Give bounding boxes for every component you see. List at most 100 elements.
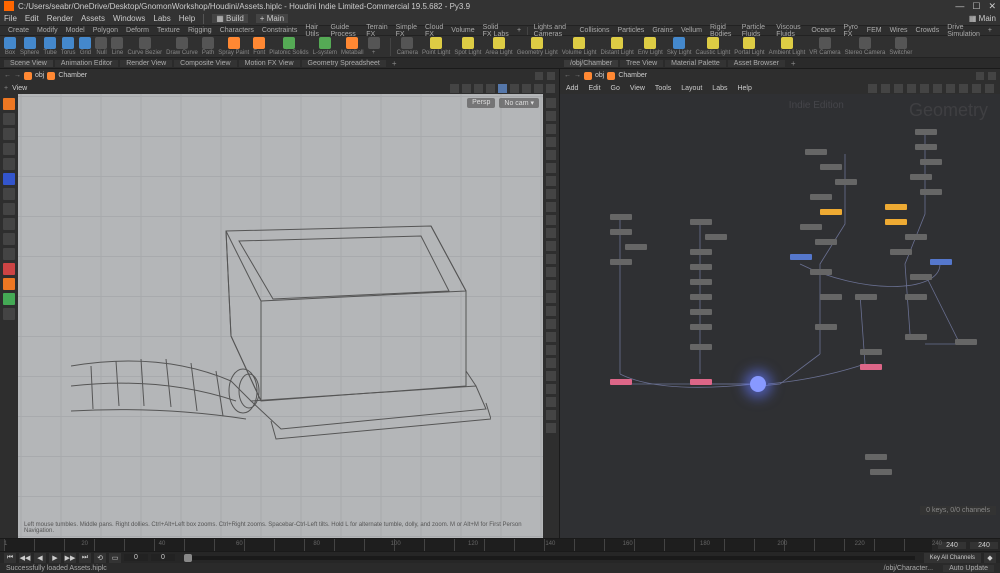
network-view[interactable]: Geometry Indie Edition xyxy=(560,94,1000,538)
geo-node[interactable] xyxy=(860,349,882,355)
geo-node[interactable] xyxy=(835,179,857,185)
shelf-tool[interactable]: Box xyxy=(4,37,16,56)
null-node[interactable] xyxy=(610,379,632,385)
shelf-tool[interactable]: Stereo Camera xyxy=(845,37,886,56)
help-icon[interactable] xyxy=(547,72,555,80)
net-menu-help[interactable]: Help xyxy=(737,85,751,92)
shelf-tool[interactable]: Portal Light xyxy=(734,37,764,56)
pane-tab[interactable]: Material Palette xyxy=(665,60,726,67)
shelf-tab[interactable]: Polygon xyxy=(89,27,122,34)
shelf-tab[interactable]: Modify xyxy=(33,27,62,34)
shelf-tab[interactable]: Rigid Bodies xyxy=(706,24,738,38)
geo-node[interactable] xyxy=(885,219,907,225)
time-slider[interactable] xyxy=(184,556,915,560)
cam-toggle[interactable]: No cam ▾ xyxy=(499,98,539,108)
display-opt-icon[interactable] xyxy=(546,410,556,420)
geo-icon[interactable] xyxy=(607,72,615,80)
shelf-tool[interactable]: Area Light xyxy=(485,37,512,56)
shelf-tab[interactable]: Wires xyxy=(886,27,912,34)
display-opt-icon[interactable] xyxy=(546,358,556,368)
loop-icon[interactable]: ⟲ xyxy=(94,553,106,563)
last-frame-button[interactable]: ⏭ xyxy=(79,553,91,563)
shelf-tab[interactable]: Model xyxy=(62,27,89,34)
close-button[interactable]: ✕ xyxy=(988,1,996,12)
crumb-chamber[interactable]: Chamber xyxy=(618,72,647,79)
inspect-icon[interactable] xyxy=(3,233,15,245)
display-opt-icon[interactable] xyxy=(546,384,556,394)
pane-tab[interactable]: Asset Browser xyxy=(728,60,785,67)
geo-node[interactable] xyxy=(915,144,937,150)
shelf-tab[interactable]: Cloud FX xyxy=(421,24,447,38)
play-button[interactable]: ▶ xyxy=(49,553,61,563)
handle-icon[interactable] xyxy=(3,188,15,200)
geo-icon[interactable] xyxy=(584,72,592,80)
net-tool-icon[interactable] xyxy=(972,84,981,93)
geo-node[interactable] xyxy=(865,454,887,460)
shelf-tool[interactable]: Caustic Light xyxy=(696,37,731,56)
shelf-tool[interactable]: Null xyxy=(95,37,107,56)
shelf-tab[interactable]: Particles xyxy=(613,27,648,34)
pose-tool-icon[interactable] xyxy=(3,158,15,170)
shelf-tool[interactable]: + xyxy=(368,37,380,56)
geo-node[interactable] xyxy=(690,324,712,330)
realtime-icon[interactable]: ▭ xyxy=(109,553,121,563)
crumb-obj[interactable]: obj xyxy=(35,72,44,79)
menu-windows[interactable]: Windows xyxy=(113,14,145,23)
geo-node[interactable] xyxy=(820,294,842,300)
shelf-tool[interactable]: Spray Paint xyxy=(218,37,249,56)
shelf-tool[interactable]: Metaball xyxy=(341,37,364,56)
geo-node[interactable] xyxy=(805,149,827,155)
geo-node[interactable] xyxy=(870,469,892,475)
play-back-button[interactable]: ◀ xyxy=(34,553,46,563)
merge-node-selected[interactable] xyxy=(750,376,766,392)
tumble-icon[interactable] xyxy=(450,84,459,93)
shading-icon[interactable] xyxy=(522,84,531,93)
geo-node[interactable] xyxy=(820,209,842,215)
net-menu-labs[interactable]: Labs xyxy=(712,85,727,92)
display-opt-icon[interactable] xyxy=(546,319,556,329)
first-frame-button[interactable]: ⏮ xyxy=(4,553,16,563)
crumb-chamber[interactable]: Chamber xyxy=(58,72,87,79)
move-tool-icon[interactable] xyxy=(3,113,15,125)
shelf-tool[interactable]: Draw Curve xyxy=(166,37,198,56)
geo-node[interactable] xyxy=(810,194,832,200)
display-opt-icon[interactable] xyxy=(546,111,556,121)
display-opt-icon[interactable] xyxy=(546,137,556,147)
geo-node[interactable] xyxy=(610,214,632,220)
shelf-tool[interactable]: Ambient Light xyxy=(769,37,806,56)
snapshot-icon[interactable] xyxy=(546,84,555,93)
display-opt-icon[interactable] xyxy=(546,163,556,173)
net-menu-layout[interactable]: Layout xyxy=(681,85,702,92)
pin-icon[interactable] xyxy=(535,72,543,80)
geo-node[interactable] xyxy=(905,234,927,240)
geo-node[interactable] xyxy=(920,159,942,165)
display-opt-icon[interactable] xyxy=(546,293,556,303)
pane-tab[interactable]: /obj/Chamber xyxy=(564,60,618,67)
frame-field2[interactable]: 0 xyxy=(151,554,175,561)
snap-icon[interactable] xyxy=(3,173,15,185)
shelf-tab[interactable]: Simple FX xyxy=(392,24,421,38)
shelf-tab[interactable]: Terrain FX xyxy=(362,24,391,38)
geo-node[interactable] xyxy=(915,129,937,135)
shelf-tab[interactable]: Guide Process xyxy=(326,24,362,38)
geo-node[interactable] xyxy=(905,334,927,340)
shelf-add[interactable]: + xyxy=(984,27,996,34)
shelf-tab[interactable]: Volume xyxy=(447,27,478,34)
display-opt-icon[interactable] xyxy=(546,228,556,238)
shelf-tab[interactable]: FEM xyxy=(863,27,886,34)
net-menu-add[interactable]: Add xyxy=(566,85,578,92)
shelf-tool[interactable]: Geometry Light xyxy=(517,37,558,56)
geo-node[interactable] xyxy=(955,339,977,345)
display-opt-icon[interactable] xyxy=(546,202,556,212)
net-tool-icon[interactable] xyxy=(959,84,968,93)
display-opt-icon[interactable] xyxy=(546,397,556,407)
geo-node[interactable] xyxy=(790,254,812,260)
render-region-icon[interactable] xyxy=(3,218,15,230)
shelf-tab[interactable]: Create xyxy=(4,27,33,34)
menu-render[interactable]: Render xyxy=(47,14,73,23)
viewport-3d[interactable]: Persp No cam ▾ xyxy=(18,94,543,538)
pane-tab[interactable]: Scene View xyxy=(4,60,53,67)
net-tool-icon[interactable] xyxy=(881,84,890,93)
viewport-opts-icon[interactable] xyxy=(534,84,543,93)
display-opt-icon[interactable] xyxy=(546,280,556,290)
